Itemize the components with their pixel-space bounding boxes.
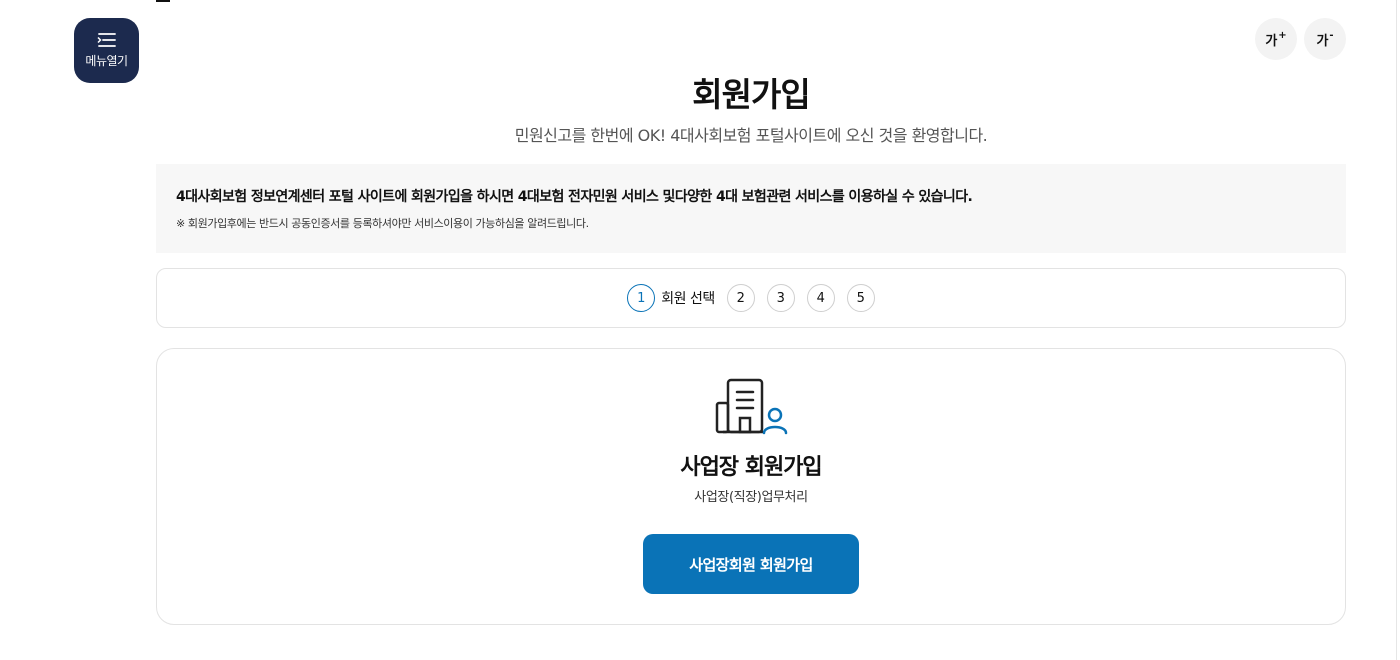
- plus-icon: +: [1278, 29, 1287, 41]
- business-member-card: 사업장 회원가입 사업장(직장)업무처리 사업장회원 회원가입: [156, 348, 1346, 625]
- step-indicator: 1 회원 선택 2 3 4 5: [156, 268, 1346, 328]
- step-4: 4: [806, 284, 835, 312]
- menu-icon: [96, 33, 116, 47]
- scrollbar-track[interactable]: [1396, 0, 1397, 660]
- card-description: 사업장(직장)업무처리: [694, 490, 808, 505]
- step-1: 1: [627, 284, 656, 312]
- business-join-button[interactable]: 사업장회원 회원가입: [643, 534, 859, 594]
- font-increase-button[interactable]: 가 +: [1255, 18, 1297, 60]
- menu-open-button[interactable]: 메뉴열기: [74, 18, 139, 83]
- step-3: 3: [766, 284, 795, 312]
- notice-main-text: 4대사회보험 정보연계센터 포털 사이트에 회원가입을 하시면 4대보험 전자민…: [176, 189, 973, 205]
- step-5: 5: [846, 284, 875, 312]
- font-decrease-label: 가: [1316, 33, 1329, 49]
- menu-open-label: 메뉴열기: [85, 54, 128, 68]
- notice-sub-text: ※ 회원가입후에는 반드시 공동인증서를 등록하셔야만 서비스이용이 가능하심을…: [176, 217, 589, 230]
- card-title: 사업장 회원가입: [680, 455, 822, 480]
- minus-icon: -: [1329, 29, 1334, 41]
- top-edge-mark: [156, 0, 170, 2]
- page-subtitle: 민원신고를 한번에 OK! 4대사회보험 포털사이트에 오신 것을 환영합니다.: [514, 126, 988, 145]
- step-2: 2: [726, 284, 755, 312]
- font-increase-label: 가: [1265, 33, 1278, 49]
- step-1-label: 회원 선택: [661, 291, 715, 307]
- page-title: 회원가입: [692, 75, 810, 114]
- building-user-icon: [715, 378, 788, 435]
- font-decrease-button[interactable]: 가-: [1304, 18, 1346, 60]
- notice-box: 4대사회보험 정보연계센터 포털 사이트에 회원가입을 하시면 4대보험 전자민…: [156, 164, 1346, 253]
